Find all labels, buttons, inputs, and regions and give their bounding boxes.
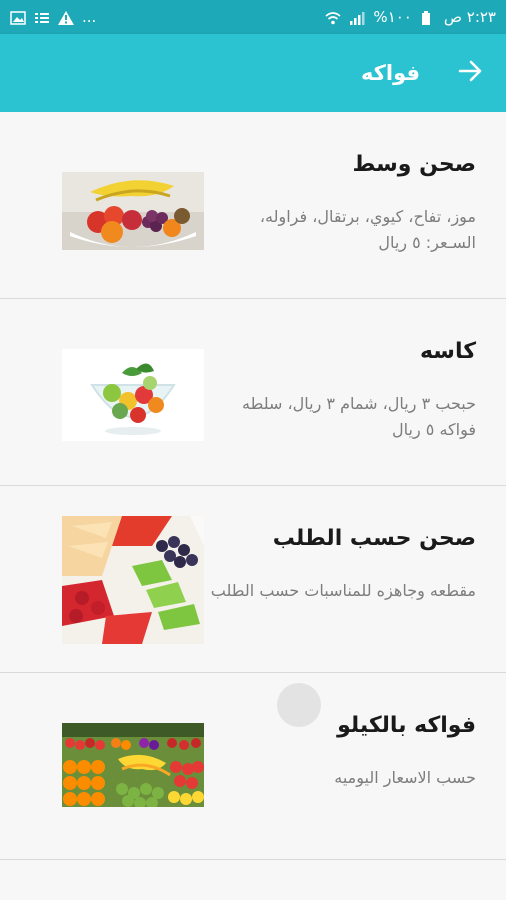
status-right: %١٠٠ ٢:٢٣ ص (325, 8, 496, 26)
list-notification-icon (34, 10, 50, 24)
fruit-platter-image (62, 516, 204, 644)
item-title: فواكه بالكيلو (337, 713, 476, 738)
arrow-right-icon (458, 59, 484, 87)
battery-percent: %١٠٠ (373, 8, 412, 26)
fruit-cup-image (62, 349, 204, 441)
warning-icon (58, 10, 74, 25)
item-title: صحن وسط (352, 152, 476, 177)
page-title: فواكه (360, 61, 420, 85)
back-button[interactable] (456, 58, 486, 88)
wifi-icon (325, 10, 341, 25)
clock: ٢:٢٣ ص (443, 8, 496, 26)
item-description: مقطعه وجاهزه للمناسبات حسب الطلب (210, 581, 476, 600)
menu-list: صحن وسط موز، تفاح، كيوي، برتقال، فراوله،… (0, 112, 506, 860)
app-toolbar: فواكه (0, 34, 506, 112)
item-description: حبحب ٣ ريال، شمام ٣ ريال، سلطه فواكه ٥ ر… (242, 394, 476, 439)
fruit-bowl-image (62, 172, 204, 250)
list-item[interactable]: فواكه بالكيلو حسب الاسعار اليوميه (0, 673, 506, 860)
signal-icon (349, 10, 365, 25)
item-description: موز، تفاح، كيوي، برتقال، فراوله، السـعر:… (259, 207, 476, 252)
item-title: كاسه (419, 339, 476, 364)
battery-icon (420, 10, 436, 25)
list-item[interactable]: كاسه حبحب ٣ ريال، شمام ٣ ريال، سلطه فواك… (0, 299, 506, 486)
list-item[interactable]: صحن وسط موز، تفاح، كيوي، برتقال، فراوله،… (0, 112, 506, 299)
status-left: ... (10, 8, 96, 26)
item-title: صحن حسب الطلب (272, 526, 476, 551)
list-item[interactable]: صحن حسب الطلب مقطعه وجاهزه للمناسبات حسب… (0, 486, 506, 673)
touch-ripple (277, 683, 321, 727)
fruit-market-image (62, 723, 204, 807)
gallery-icon (10, 10, 26, 25)
more-notifications: ... (82, 8, 97, 26)
item-description: حسب الاسعار اليوميه (334, 768, 476, 787)
status-bar: ... %١٠٠ ٢:٢٣ ص (0, 0, 506, 34)
